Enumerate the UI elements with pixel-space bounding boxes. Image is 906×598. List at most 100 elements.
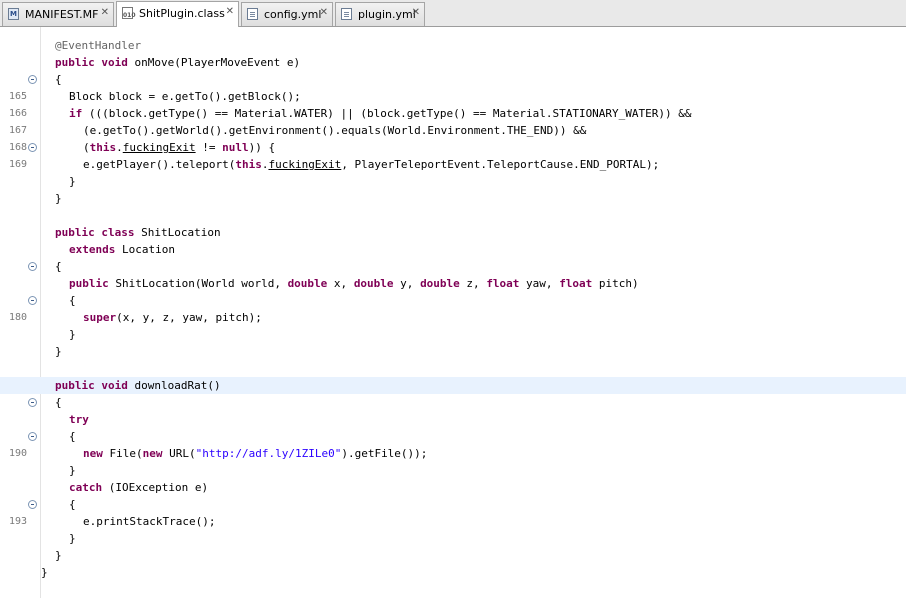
code-token: { [69, 294, 76, 307]
close-tab-icon[interactable]: ✕ [226, 6, 234, 17]
code-line[interactable]: } [0, 343, 906, 360]
line-number: 168 [8, 142, 27, 153]
code-token: onMove(PlayerMoveEvent e) [127, 56, 301, 69]
current-code-line[interactable]: public void downloadRat() [0, 377, 906, 394]
code-line[interactable]: 167 (e.getTo().getWorld().getEnvironment(… [0, 122, 906, 139]
line-number: 180 [8, 312, 27, 323]
code-token: downloadRat() [127, 379, 221, 392]
code-line[interactable]: public void onMove(PlayerMoveEvent e) [0, 54, 906, 71]
code-line[interactable]: { [0, 428, 906, 445]
keyword-token: public [55, 379, 95, 392]
code-line[interactable]: } [0, 564, 906, 581]
code-line[interactable]: } [0, 530, 906, 547]
code-text: } [55, 343, 62, 360]
collapse-fold-icon[interactable] [28, 75, 37, 84]
code-text: public void downloadRat() [55, 377, 221, 394]
code-line[interactable]: @EventHandler [0, 37, 906, 54]
code-line[interactable]: { [0, 71, 906, 88]
tab-label: MANIFEST.MF [25, 8, 99, 21]
keyword-token: this [89, 141, 117, 154]
document-icon [341, 8, 352, 20]
code-line[interactable]: } [0, 326, 906, 343]
code-token: } [69, 464, 76, 477]
code-line[interactable]: { [0, 394, 906, 411]
field-token: fuckingExit [268, 158, 342, 171]
tab-plugin-yml[interactable]: plugin.yml ✕ [335, 2, 425, 26]
code-token: (x, y, z, yaw, pitch); [116, 311, 262, 324]
tab-label: ShitPlugin.class [139, 7, 225, 20]
code-line[interactable]: extends Location [0, 241, 906, 258]
tab-shitplugin-class[interactable]: 010 ShitPlugin.class ✕ [116, 1, 239, 27]
close-tab-icon[interactable]: ✕ [101, 7, 109, 18]
code-line[interactable]: 193 e.printStackTrace(); [0, 513, 906, 530]
collapse-fold-icon[interactable] [28, 262, 37, 271]
code-line[interactable]: { [0, 496, 906, 513]
code-text: super(x, y, z, yaw, pitch); [83, 309, 262, 326]
keyword-token: double [287, 277, 328, 290]
keyword-token: class [101, 226, 135, 239]
code-text: public class ShitLocation [55, 224, 221, 241]
keyword-token: void [101, 379, 128, 392]
manifest-icon: M [8, 8, 19, 20]
keyword-token: extends [69, 243, 116, 256]
code-line[interactable]: 165 Block block = e.getTo().getBlock(); [0, 88, 906, 105]
close-tab-icon[interactable]: ✕ [320, 7, 328, 18]
code-text: { [55, 71, 62, 88]
collapse-fold-icon[interactable] [28, 500, 37, 509]
keyword-token: public [55, 56, 95, 69]
code-token: y, [393, 277, 421, 290]
line-number: 167 [8, 125, 27, 136]
code-text: } [69, 326, 76, 343]
collapse-fold-icon[interactable] [28, 143, 37, 152]
code-line[interactable]: 169 e.getPlayer().teleport(this.fuckingEx… [0, 156, 906, 173]
code-line[interactable]: } [0, 190, 906, 207]
code-line[interactable] [0, 207, 906, 224]
code-text: public ShitLocation(World world, double … [69, 275, 639, 292]
code-token: ShitLocation [134, 226, 221, 239]
code-token: )) { [248, 141, 276, 154]
code-line[interactable]: 168 (this.fuckingExit != null)) { [0, 139, 906, 156]
collapse-fold-icon[interactable] [28, 398, 37, 407]
string-token: "http://adf.ly/1ZILe0" [195, 447, 342, 460]
code-line[interactable]: 166 if (((block.getType() == Material.WAT… [0, 105, 906, 122]
collapse-fold-icon[interactable] [28, 296, 37, 305]
code-line[interactable]: } [0, 462, 906, 479]
code-text: } [69, 462, 76, 479]
code-line[interactable]: { [0, 292, 906, 309]
keyword-token: new [83, 447, 103, 460]
code-line[interactable]: try [0, 411, 906, 428]
code-token: pitch) [592, 277, 639, 290]
code-line[interactable]: public class ShitLocation [0, 224, 906, 241]
keyword-token: float [486, 277, 520, 290]
tab-label: plugin.yml [358, 8, 416, 21]
code-line[interactable]: public ShitLocation(World world, double … [0, 275, 906, 292]
code-token: { [55, 396, 62, 409]
keyword-token: super [83, 311, 117, 324]
code-line[interactable]: } [0, 547, 906, 564]
code-text: extends Location [69, 241, 175, 258]
keyword-token: public [55, 226, 95, 239]
code-token: z, [459, 277, 487, 290]
tab-config-yml[interactable]: config.yml ✕ [241, 2, 333, 26]
code-line[interactable]: { [0, 258, 906, 275]
code-line[interactable]: } [0, 173, 906, 190]
code-token: ).getFile()); [341, 447, 428, 460]
code-line[interactable]: 190 new File(new URL("http://adf.ly/1ZILe… [0, 445, 906, 462]
code-text: { [69, 428, 76, 445]
code-token: yaw, [519, 277, 560, 290]
keyword-token: float [559, 277, 593, 290]
collapse-fold-icon[interactable] [28, 432, 37, 441]
code-editor[interactable]: @EventHandler public void onMove(PlayerMo… [0, 27, 906, 598]
keyword-token: null [222, 141, 249, 154]
tab-manifest-mf[interactable]: M MANIFEST.MF ✕ [2, 2, 114, 26]
code-token: != [195, 141, 223, 154]
code-text: new File(new URL("http://adf.ly/1ZILe0")… [83, 445, 427, 462]
code-line[interactable]: catch (IOException e) [0, 479, 906, 496]
code-text: (this.fuckingExit != null)) { [83, 139, 275, 156]
code-line[interactable] [0, 360, 906, 377]
keyword-token: catch [69, 481, 103, 494]
close-tab-icon[interactable]: ✕ [412, 7, 420, 18]
code-line[interactable]: 180 super(x, y, z, yaw, pitch); [0, 309, 906, 326]
line-number: 193 [8, 516, 27, 527]
line-number: 166 [8, 108, 27, 119]
